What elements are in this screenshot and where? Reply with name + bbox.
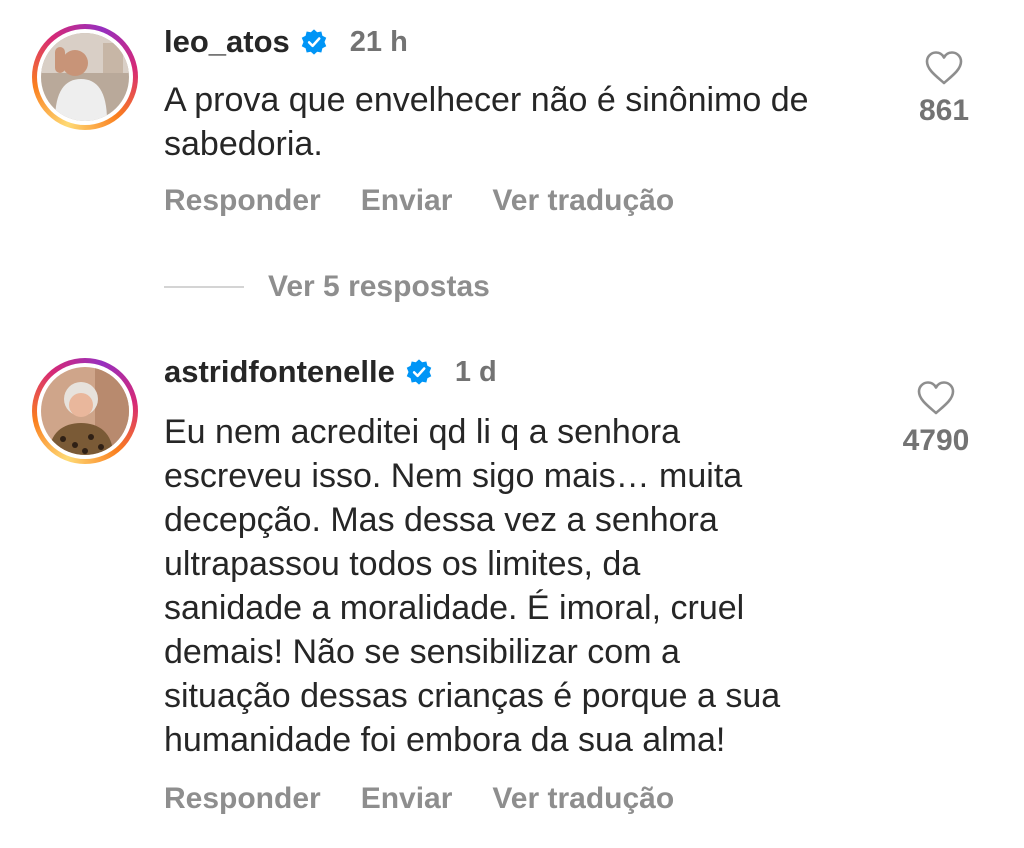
- avatar-photo: [41, 367, 129, 455]
- translate-button[interactable]: Ver tradução: [492, 782, 674, 816]
- comment-header: astridfontenelle 1 d: [164, 350, 497, 394]
- like-control: 4790: [886, 380, 986, 458]
- comment-text-line: Eu nem acreditei qd li q a senhora: [164, 413, 680, 451]
- comment-text: Eu nem acreditei qd li q a senhora escre…: [164, 410, 884, 762]
- comment: astridfontenelle 1 d Eu nem acreditei qd…: [0, 348, 1024, 848]
- comment-text-line: escreveu isso. Nem sigo mais… muita: [164, 457, 743, 495]
- comment-time: 21 h: [349, 25, 408, 58]
- avatar[interactable]: [41, 367, 129, 455]
- verified-badge-icon: [405, 358, 433, 386]
- story-ring[interactable]: [32, 358, 138, 464]
- comment-text-line: situação dessas crianças é porque a sua: [164, 677, 781, 715]
- comment-actions: Responder Enviar Ver tradução: [164, 782, 714, 816]
- comment-text-line: sanidade a moralidade. É imoral, cruel: [164, 589, 745, 627]
- reply-button[interactable]: Responder: [164, 782, 321, 816]
- avatar-photo: [41, 33, 129, 121]
- send-button[interactable]: Enviar: [361, 782, 453, 816]
- reply-button[interactable]: Responder: [164, 184, 321, 218]
- translate-button[interactable]: Ver tradução: [492, 184, 674, 218]
- like-control: 861: [894, 50, 994, 128]
- story-ring[interactable]: [32, 24, 138, 130]
- comment-text-line: sabedoria.: [164, 125, 323, 163]
- verified-badge-icon: [300, 28, 328, 56]
- heart-outline-icon[interactable]: [916, 380, 956, 416]
- view-replies-button[interactable]: Ver 5 respostas: [164, 270, 490, 304]
- comment-text-line: demais! Não se sensibilizar com a: [164, 633, 680, 671]
- comment-text-line: ultrapassou todos os limites, da: [164, 545, 641, 583]
- comment-text-line: decepção. Mas dessa vez a senhora: [164, 501, 718, 539]
- send-button[interactable]: Enviar: [361, 184, 453, 218]
- username[interactable]: astridfontenelle: [164, 354, 395, 390]
- like-count: 4790: [902, 424, 970, 457]
- view-replies-label: Ver 5 respostas: [268, 270, 490, 303]
- heart-outline-icon[interactable]: [924, 50, 964, 86]
- avatar[interactable]: [41, 33, 129, 121]
- comment-text: A prova que envelhecer não é sinônimo de…: [164, 78, 884, 166]
- comment-text-line: A prova que envelhecer não é sinônimo de: [164, 81, 809, 119]
- replies-divider: [164, 286, 244, 288]
- username[interactable]: leo_atos: [164, 24, 290, 60]
- comment-actions: Responder Enviar Ver tradução: [164, 184, 714, 218]
- comment-header: leo_atos 21 h: [164, 20, 408, 64]
- comment-time: 1 d: [454, 355, 497, 388]
- comments-thread: leo_atos 21 h A prova que envelhecer não…: [0, 0, 1024, 848]
- like-count: 861: [918, 94, 970, 127]
- comment: leo_atos 21 h A prova que envelhecer não…: [0, 0, 1024, 303]
- comment-text-line: humanidade foi embora da sua alma!: [164, 721, 726, 759]
